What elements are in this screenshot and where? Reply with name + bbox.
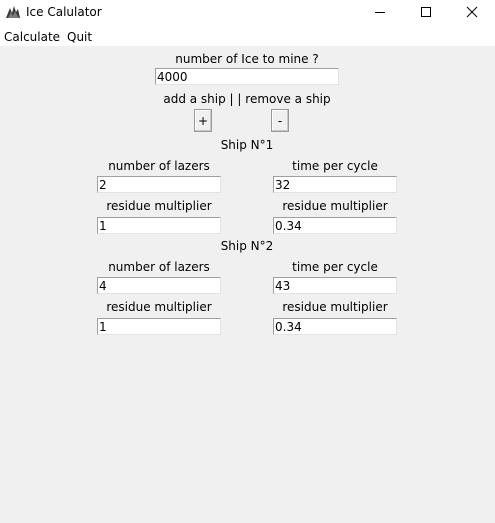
ship1-residue-left-input[interactable] — [97, 217, 221, 234]
maximize-button[interactable] — [403, 0, 449, 26]
minimize-icon — [375, 12, 385, 13]
minimize-button[interactable] — [357, 0, 403, 26]
cycle-label: time per cycle — [292, 260, 378, 274]
cycle-label: time per cycle — [292, 159, 378, 173]
menu-calculate[interactable]: Calculate — [4, 30, 60, 44]
close-button[interactable] — [449, 0, 495, 26]
maximize-icon — [421, 7, 431, 17]
lazers-label: number of lazers — [108, 159, 210, 173]
residue-label: residue multiplier — [282, 199, 388, 213]
ship2-lazers-input[interactable] — [97, 277, 221, 294]
residue-label: residue multiplier — [282, 300, 388, 314]
ship1-lazers-input[interactable] — [97, 176, 221, 193]
close-icon — [466, 6, 478, 18]
remove-ship-button[interactable]: - — [271, 109, 289, 132]
ship2-residue-right-input[interactable] — [273, 318, 397, 335]
lazers-label: number of lazers — [108, 260, 210, 274]
ice-amount-input[interactable] — [155, 68, 339, 85]
ship-controls-label: add a ship | | remove a ship — [163, 92, 331, 106]
ship2-cycle-input[interactable] — [273, 277, 397, 294]
menu-quit[interactable]: Quit — [67, 30, 92, 44]
title-bar[interactable]: Ice Calulator — [0, 0, 495, 26]
window-title: Ice Calulator — [26, 5, 102, 19]
ship1-residue-right-input[interactable] — [273, 217, 397, 234]
residue-label: residue multiplier — [106, 199, 212, 213]
ice-amount-label: number of Ice to mine ? — [175, 52, 319, 66]
ship1-cycle-input[interactable] — [273, 176, 397, 193]
ship-title: Ship N°2 — [220, 239, 274, 253]
ship2-residue-left-input[interactable] — [97, 318, 221, 335]
feather-tk-icon — [6, 6, 20, 18]
residue-label: residue multiplier — [106, 300, 212, 314]
ship-title: Ship N°1 — [220, 138, 274, 152]
app-window: Ice Calulator Calculate Quit number of I… — [0, 0, 495, 523]
add-ship-button[interactable]: + — [194, 109, 212, 132]
menu-bar: Calculate Quit — [0, 26, 495, 46]
